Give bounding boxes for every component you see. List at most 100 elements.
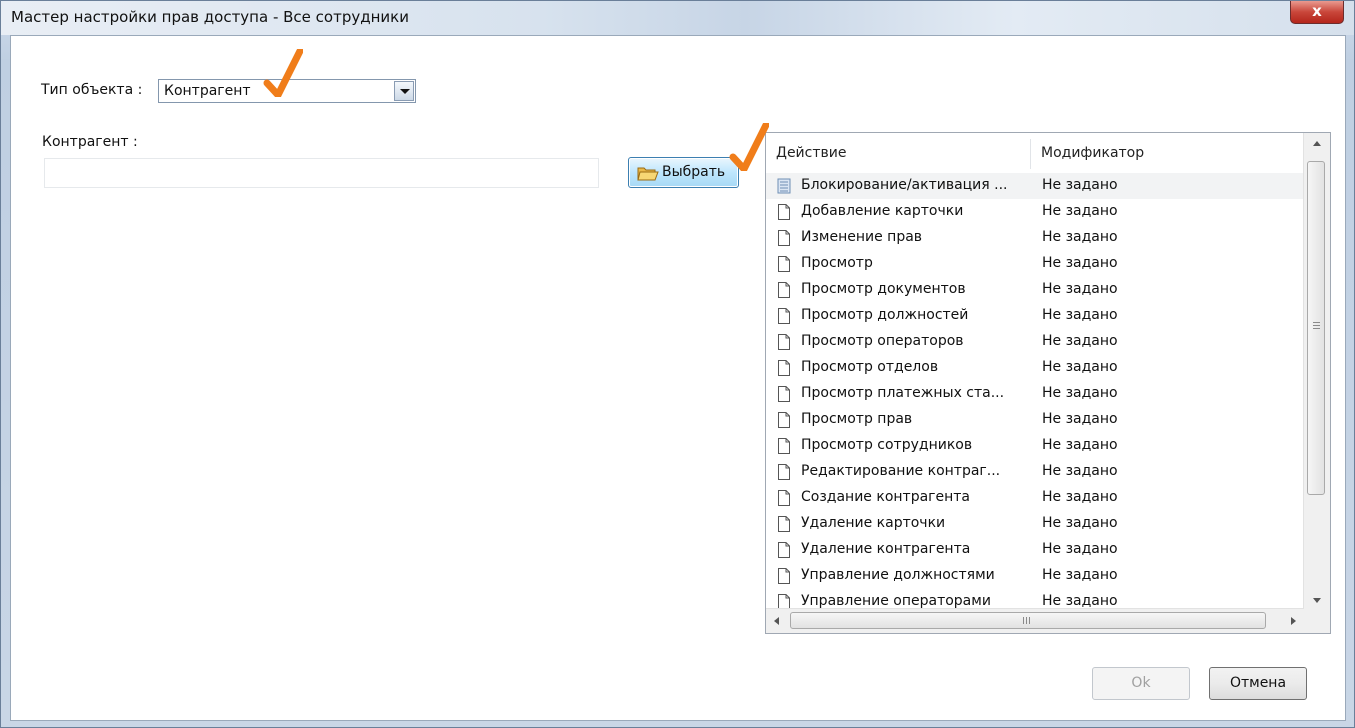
row-action: Блокирование/активация ... xyxy=(801,177,1008,193)
row-action: Создание контрагента xyxy=(801,489,971,505)
close-button[interactable]: x xyxy=(1290,1,1344,24)
actions-grid[interactable]: Действие Модификатор Блокирование/актива… xyxy=(765,132,1331,634)
row-modifier: Не задано xyxy=(1042,541,1118,557)
row-modifier: Не задано xyxy=(1042,567,1118,583)
column-divider[interactable] xyxy=(1030,139,1031,169)
row-action: Просмотр прав xyxy=(801,411,913,427)
vertical-scroll-thumb[interactable] xyxy=(1307,161,1325,495)
row-modifier: Не задано xyxy=(1042,229,1118,245)
document-icon xyxy=(778,360,790,376)
table-row[interactable]: Просмотр должностей Не задано xyxy=(766,303,1304,329)
counterparty-label: Контрагент : xyxy=(42,134,138,150)
row-action: Просмотр сотрудников xyxy=(801,437,973,453)
row-modifier: Не задано xyxy=(1042,437,1118,453)
document-icon xyxy=(778,412,790,428)
ok-button[interactable]: Ok xyxy=(1092,667,1190,700)
table-row[interactable]: Просмотр операторов Не задано xyxy=(766,329,1304,355)
row-modifier: Не задано xyxy=(1042,333,1118,349)
select-button-label: Выбрать xyxy=(662,164,726,180)
document-icon xyxy=(778,282,790,298)
checkmark-annotation-icon xyxy=(729,123,769,171)
select-button[interactable]: Выбрать xyxy=(628,157,739,188)
document-icon xyxy=(778,308,790,324)
row-modifier: Не задано xyxy=(1042,359,1118,375)
table-row[interactable]: Удаление карточки Не задано xyxy=(766,511,1304,537)
window-title: Мастер настройки прав доступа - Все сотр… xyxy=(11,8,409,26)
dialog-client-area: Тип объекта : Контрагент Контрагент : Вы… xyxy=(10,35,1346,721)
scroll-right-icon[interactable] xyxy=(1282,609,1304,633)
row-modifier: Не задано xyxy=(1042,203,1118,219)
table-row[interactable]: Изменение прав Не задано xyxy=(766,225,1304,251)
table-row[interactable]: Просмотр отделов Не задано xyxy=(766,355,1304,381)
scrollbar-corner xyxy=(1304,609,1330,633)
title-bar[interactable]: Мастер настройки прав доступа - Все сотр… xyxy=(1,1,1354,35)
document-icon xyxy=(778,334,790,350)
row-action: Просмотр платежных ста... xyxy=(801,385,1005,401)
row-modifier: Не задано xyxy=(1042,593,1118,609)
chevron-down-icon[interactable] xyxy=(394,81,414,101)
row-action: Удаление карточки xyxy=(801,515,946,531)
row-modifier: Не задано xyxy=(1042,489,1118,505)
row-action: Управление операторами xyxy=(801,593,991,609)
column-header-modifier[interactable]: Модификатор xyxy=(1041,145,1144,161)
row-action: Просмотр операторов xyxy=(801,333,964,349)
dialog-window: Мастер настройки прав доступа - Все сотр… xyxy=(0,0,1355,728)
row-modifier: Не задано xyxy=(1042,177,1118,193)
document-icon xyxy=(778,516,790,532)
cancel-button[interactable]: Отмена xyxy=(1209,667,1307,700)
row-modifier: Не задано xyxy=(1042,463,1118,479)
table-row[interactable]: Просмотр прав Не задано xyxy=(766,407,1304,433)
scroll-left-icon[interactable] xyxy=(766,609,788,633)
row-modifier: Не задано xyxy=(1042,411,1118,427)
document-icon xyxy=(778,230,790,246)
row-action: Управление должностями xyxy=(801,567,995,583)
document-icon xyxy=(778,568,790,584)
document-icon xyxy=(778,386,790,402)
document-icon xyxy=(778,542,790,558)
vertical-scrollbar[interactable] xyxy=(1303,133,1330,611)
table-row[interactable]: Редактирование контраг... Не задано xyxy=(766,459,1304,485)
object-type-label: Тип объекта : xyxy=(41,82,143,98)
close-icon: x xyxy=(1312,2,1322,20)
counterparty-field[interactable] xyxy=(44,158,599,188)
row-action: Изменение прав xyxy=(801,229,923,245)
document-icon xyxy=(778,256,790,272)
table-row[interactable]: Просмотр сотрудников Не задано xyxy=(766,433,1304,459)
row-modifier: Не задано xyxy=(1042,307,1118,323)
document-icon xyxy=(778,204,790,220)
table-row[interactable]: Удаление контрагента Не задано xyxy=(766,537,1304,563)
grid-rows: Блокирование/активация ... Не задано Добав… xyxy=(766,173,1304,611)
scroll-down-icon[interactable] xyxy=(1304,589,1330,611)
grip-icon xyxy=(1023,617,1032,624)
horizontal-scrollbar[interactable] xyxy=(766,608,1304,633)
table-row[interactable]: Просмотр платежных ста... Не задано xyxy=(766,381,1304,407)
document-icon xyxy=(777,178,791,194)
table-row[interactable]: Создание контрагента Не задано xyxy=(766,485,1304,511)
row-modifier: Не задано xyxy=(1042,255,1118,271)
document-icon xyxy=(778,490,790,506)
table-row[interactable]: Просмотр Не задано xyxy=(766,251,1304,277)
table-row[interactable]: Просмотр документов Не задано xyxy=(766,277,1304,303)
row-action: Просмотр xyxy=(801,255,873,271)
grip-icon xyxy=(1313,322,1320,331)
row-action: Редактирование контраг... xyxy=(801,463,1001,479)
row-modifier: Не задано xyxy=(1042,281,1118,297)
scroll-up-icon[interactable] xyxy=(1304,133,1330,155)
row-modifier: Не задано xyxy=(1042,515,1118,531)
row-action: Просмотр документов xyxy=(801,281,966,297)
checkmark-annotation-icon xyxy=(263,49,303,97)
grid-header: Действие Модификатор xyxy=(766,133,1304,174)
row-action: Добавление карточки xyxy=(801,203,964,219)
document-icon xyxy=(778,438,790,454)
horizontal-scroll-thumb[interactable] xyxy=(790,612,1266,629)
row-action: Просмотр должностей xyxy=(801,307,969,323)
table-row[interactable]: Добавление карточки Не задано xyxy=(766,199,1304,225)
document-icon xyxy=(778,464,790,480)
table-row[interactable]: Блокирование/активация ... Не задано xyxy=(766,173,1304,199)
folder-open-icon xyxy=(637,167,659,181)
table-row[interactable]: Управление должностями Не задано xyxy=(766,563,1304,589)
object-type-value: Контрагент xyxy=(164,83,251,99)
row-modifier: Не задано xyxy=(1042,385,1118,401)
row-action: Просмотр отделов xyxy=(801,359,939,375)
column-header-action[interactable]: Действие xyxy=(776,145,846,161)
